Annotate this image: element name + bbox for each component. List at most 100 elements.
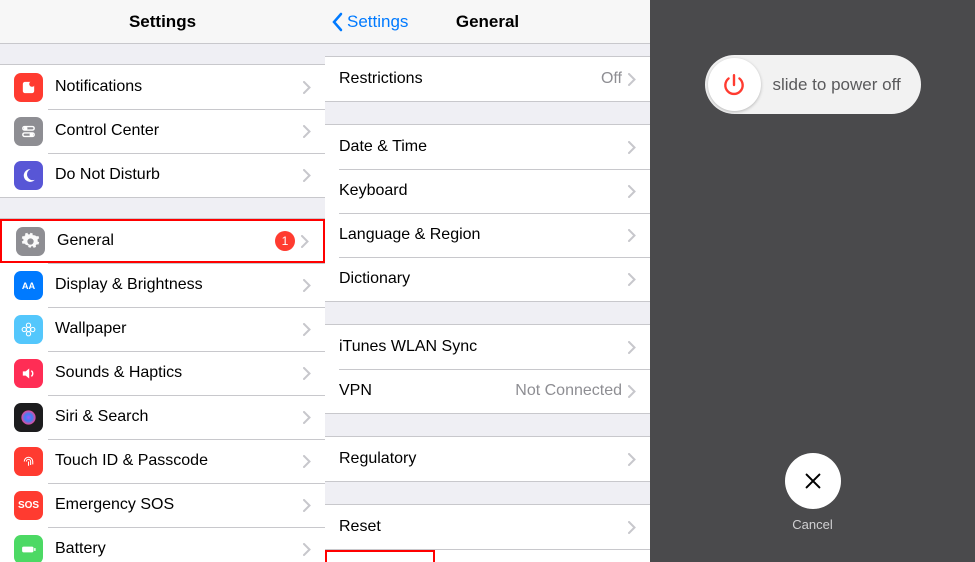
row-label: Display & Brightness [55, 276, 303, 294]
row-label: VPN [339, 382, 515, 400]
row-detail: Not Connected [515, 382, 622, 400]
shutdown-highlight: Shut Down [325, 550, 435, 562]
general-panel: Settings General Restrictions Off Date &… [325, 0, 650, 562]
chevron-left-icon [331, 12, 343, 32]
cancel-button[interactable] [785, 453, 841, 509]
row-label: Notifications [55, 78, 303, 96]
row-label: Touch ID & Passcode [55, 452, 303, 470]
row-detail: Off [601, 70, 622, 88]
chevron-right-icon [303, 125, 311, 138]
row-label: General [57, 232, 275, 250]
chevron-right-icon [628, 141, 636, 154]
cancel-label: Cancel [792, 517, 832, 532]
close-icon [802, 470, 824, 492]
back-label: Settings [347, 12, 408, 32]
dnd-icon [14, 161, 43, 190]
row-label: Dictionary [339, 270, 628, 288]
general-row-vpn[interactable]: VPN Not Connected [325, 369, 650, 413]
settings-row-display[interactable]: AA Display & Brightness [0, 263, 325, 307]
settings-group-1: Notifications Control Center Do Not Dist… [0, 64, 325, 198]
row-label: Emergency SOS [55, 496, 303, 514]
general-row-itunes-sync[interactable]: iTunes WLAN Sync [325, 325, 650, 369]
settings-row-notifications[interactable]: Notifications [0, 65, 325, 109]
chevron-right-icon [303, 169, 311, 182]
chevron-right-icon [303, 367, 311, 380]
settings-row-wallpaper[interactable]: Wallpaper [0, 307, 325, 351]
general-row-regulatory[interactable]: Regulatory [325, 437, 650, 481]
shutdown-button[interactable]: Shut Down [327, 552, 433, 562]
wallpaper-icon [14, 315, 43, 344]
settings-row-dnd[interactable]: Do Not Disturb [0, 153, 325, 197]
settings-row-control-center[interactable]: Control Center [0, 109, 325, 153]
row-label: Date & Time [339, 138, 628, 156]
display-icon: AA [14, 271, 43, 300]
chevron-right-icon [303, 455, 311, 468]
row-label: iTunes WLAN Sync [339, 338, 628, 356]
general-group-b: Date & Time Keyboard Language & Region D… [325, 124, 650, 302]
settings-row-battery[interactable]: Battery [0, 527, 325, 562]
back-button[interactable]: Settings [325, 12, 408, 32]
settings-title: Settings [129, 12, 196, 32]
chevron-right-icon [303, 499, 311, 512]
sounds-icon [14, 359, 43, 388]
chevron-right-icon [303, 323, 311, 336]
chevron-right-icon [303, 411, 311, 424]
power-off-slider[interactable]: slide to power off [705, 55, 921, 114]
settings-group-2: General 1 AA Display & Brightness Wallpa… [0, 218, 325, 562]
row-label: Wallpaper [55, 320, 303, 338]
row-label: Language & Region [339, 226, 628, 244]
battery-icon [14, 535, 43, 562]
chevron-right-icon [628, 453, 636, 466]
chevron-right-icon [628, 185, 636, 198]
chevron-right-icon [303, 279, 311, 292]
row-label: Reset [339, 518, 628, 536]
row-label: Do Not Disturb [55, 166, 303, 184]
row-label: Keyboard [339, 182, 628, 200]
general-row-reset[interactable]: Reset [325, 505, 650, 549]
settings-row-sos[interactable]: SOS Emergency SOS [0, 483, 325, 527]
gear-icon [16, 227, 45, 256]
settings-row-touchid[interactable]: Touch ID & Passcode [0, 439, 325, 483]
settings-navbar: Settings [0, 0, 325, 44]
chevron-right-icon [628, 229, 636, 242]
cancel-area: Cancel [650, 453, 975, 532]
general-row-datetime[interactable]: Date & Time [325, 125, 650, 169]
chevron-right-icon [303, 81, 311, 94]
sos-icon: SOS [14, 491, 43, 520]
chevron-right-icon [303, 543, 311, 556]
row-label: Control Center [55, 122, 303, 140]
chevron-right-icon [628, 73, 636, 86]
power-knob[interactable] [708, 58, 761, 111]
notifications-icon [14, 73, 43, 102]
chevron-right-icon [628, 521, 636, 534]
general-group-d: Regulatory [325, 436, 650, 482]
general-row-restrictions[interactable]: Restrictions Off [325, 57, 650, 101]
row-label: Restrictions [339, 70, 601, 88]
general-group-c: iTunes WLAN Sync VPN Not Connected [325, 324, 650, 414]
settings-panel: Settings Notifications Control Center [0, 0, 325, 562]
row-label: Battery [55, 540, 303, 558]
touchid-icon [14, 447, 43, 476]
general-group-e: Reset [325, 504, 650, 550]
control-center-icon [14, 117, 43, 146]
power-icon [721, 72, 747, 98]
slide-text: slide to power off [773, 75, 901, 95]
settings-row-siri[interactable]: Siri & Search [0, 395, 325, 439]
chevron-right-icon [301, 235, 309, 248]
power-off-panel: slide to power off Cancel [650, 0, 975, 562]
row-label: Siri & Search [55, 408, 303, 426]
settings-row-sounds[interactable]: Sounds & Haptics [0, 351, 325, 395]
row-label: Sounds & Haptics [55, 364, 303, 382]
row-label: Regulatory [339, 450, 628, 468]
general-row-language[interactable]: Language & Region [325, 213, 650, 257]
siri-icon [14, 403, 43, 432]
chevron-right-icon [628, 341, 636, 354]
notification-badge: 1 [275, 231, 295, 251]
general-row-dictionary[interactable]: Dictionary [325, 257, 650, 301]
general-row-keyboard[interactable]: Keyboard [325, 169, 650, 213]
chevron-right-icon [628, 385, 636, 398]
general-navbar: Settings General [325, 0, 650, 44]
settings-row-general[interactable]: General 1 [0, 219, 325, 263]
chevron-right-icon [628, 273, 636, 286]
general-group-a: Restrictions Off [325, 56, 650, 102]
